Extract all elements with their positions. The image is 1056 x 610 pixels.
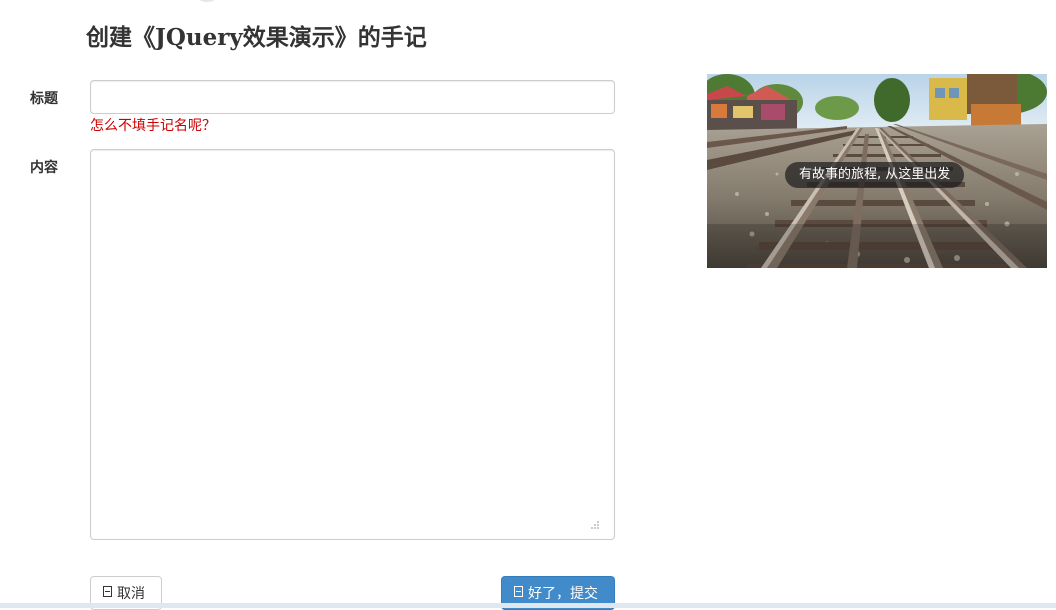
window-bottom-edge	[0, 603, 1056, 608]
page-title: 创建《JQuery效果演示》的手记	[86, 24, 427, 51]
banner-image: 有故事的旅程, 从这里出发	[707, 74, 1047, 268]
resize-grip-icon[interactable]	[588, 519, 602, 533]
title-error-message: 怎么不填手记名呢？	[90, 118, 216, 134]
banner-caption: 有故事的旅程, 从这里出发	[785, 162, 965, 188]
title-input[interactable]	[90, 80, 615, 114]
submit-button-label: 好了，提交	[528, 586, 598, 602]
content-label: 内容	[30, 160, 58, 176]
save-icon	[103, 585, 112, 597]
top-decoration	[196, 0, 218, 2]
cancel-button-label: 取消	[117, 586, 145, 602]
title-label: 标题	[30, 91, 58, 107]
save-icon	[514, 585, 523, 597]
content-textarea[interactable]	[90, 149, 615, 540]
